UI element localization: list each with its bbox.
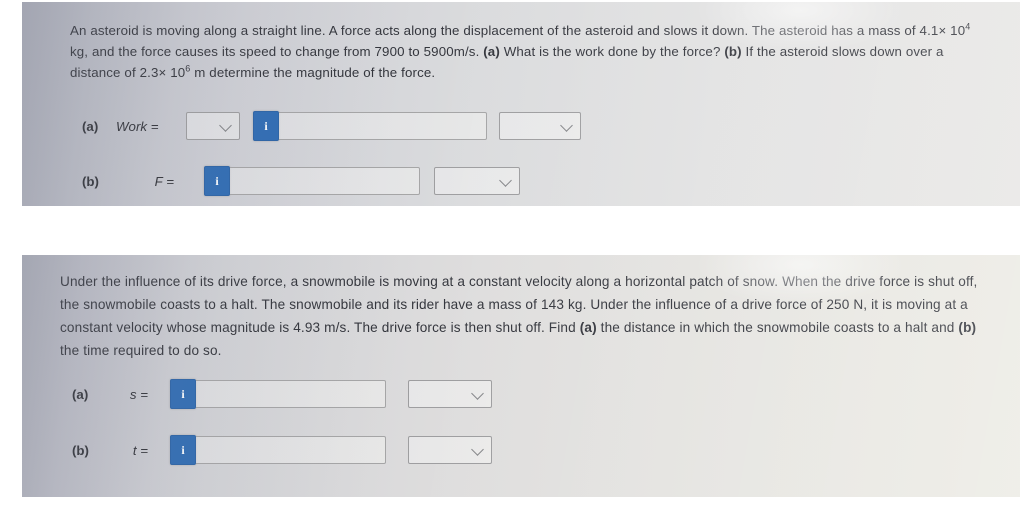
info-badge-snowmobile-b[interactable]: i <box>170 435 196 465</box>
answer-part-label: (b) <box>82 173 99 189</box>
answer-input-snowmobile-a[interactable] <box>196 380 386 408</box>
chevron-down-icon <box>560 119 573 132</box>
answer-part-label: (a) <box>82 118 99 134</box>
answer-variable-label: s = <box>129 386 148 402</box>
problem-card-asteroid: An asteroid is moving along a straight l… <box>22 2 1020 206</box>
chevron-down-icon <box>499 174 512 187</box>
info-badge-asteroid-b[interactable]: i <box>204 166 230 196</box>
problem-statement-asteroid: An asteroid is moving along a straight l… <box>70 21 971 80</box>
answer-part-label: (a) <box>72 386 89 402</box>
problem-statement-snowmobile: Under the influence of its drive force, … <box>60 274 978 358</box>
prefix-select-asteroid-a[interactable] <box>186 112 240 140</box>
unit-select-asteroid-a[interactable] <box>499 112 581 140</box>
chevron-down-icon <box>471 387 484 400</box>
info-badge-snowmobile-a[interactable]: i <box>170 379 196 409</box>
answer-variable-label: t = <box>132 442 148 458</box>
answer-part-label: (b) <box>72 442 89 458</box>
answer-row-asteroid-b: (b) F = i <box>82 166 520 196</box>
chevron-down-icon <box>471 443 484 456</box>
unit-select-snowmobile-a[interactable] <box>408 380 492 408</box>
answer-row-snowmobile-a: (a) s = i <box>72 379 492 409</box>
unit-select-asteroid-b[interactable] <box>434 167 520 195</box>
problem-card-snowmobile: Under the influence of its drive force, … <box>22 255 1020 497</box>
unit-select-snowmobile-b[interactable] <box>408 436 492 464</box>
answer-input-asteroid-a[interactable] <box>279 112 487 140</box>
answer-input-snowmobile-b[interactable] <box>196 436 386 464</box>
answer-input-asteroid-b[interactable] <box>230 167 420 195</box>
answer-row-asteroid-a: (a) Work = i <box>82 111 581 141</box>
chevron-down-icon <box>219 119 232 132</box>
answer-variable-label: Work = <box>116 118 159 134</box>
info-badge-asteroid-a[interactable]: i <box>253 111 279 141</box>
answer-row-snowmobile-b: (b) t = i <box>72 435 492 465</box>
answer-variable-label: F = <box>154 173 174 189</box>
